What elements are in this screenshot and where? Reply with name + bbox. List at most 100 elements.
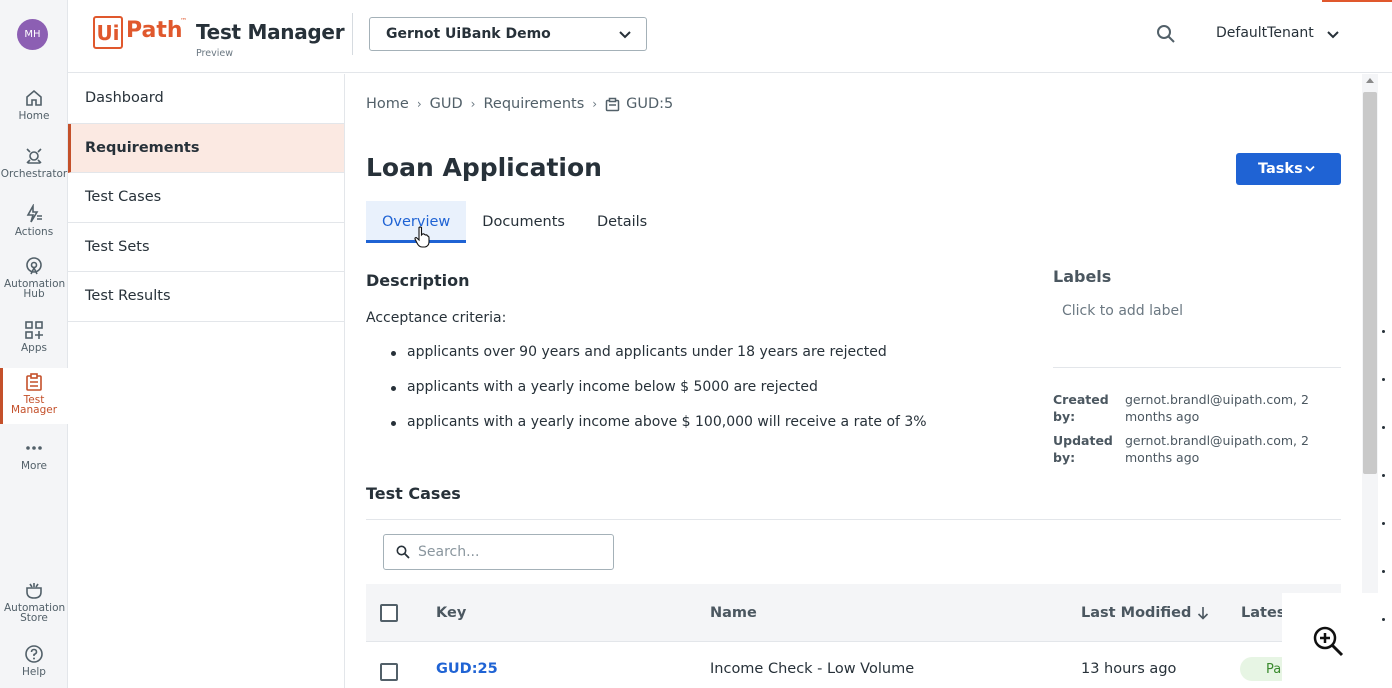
search-icon xyxy=(396,545,410,559)
rail-item-automation-store[interactable]: Automation Store xyxy=(0,580,68,628)
rail-label: Apps xyxy=(21,342,47,354)
rail-label: Help xyxy=(22,666,46,678)
breadcrumb-home[interactable]: Home xyxy=(366,96,409,112)
test-manager-icon xyxy=(26,373,42,391)
rail-item-help[interactable]: Help xyxy=(0,644,68,684)
created-by-label: Created by: xyxy=(1053,392,1109,424)
scroll-up-arrow-icon[interactable] xyxy=(1366,78,1374,83)
chevron-down-icon xyxy=(619,31,631,39)
test-cases-search[interactable] xyxy=(383,534,614,570)
tenant-selector[interactable]: DefaultTenant xyxy=(1216,25,1314,41)
chevron-right-icon: › xyxy=(470,97,476,111)
column-key[interactable]: Key xyxy=(436,584,466,641)
search-icon[interactable] xyxy=(1156,24,1176,44)
test-manager-app: MH Home Orchestrator Actions Automation … xyxy=(0,0,1392,688)
breadcrumb-current-label: GUD:5 xyxy=(626,96,674,112)
edge-dots xyxy=(1382,330,1386,666)
secondary-nav: Dashboard Requirements Test Cases Test S… xyxy=(68,74,345,688)
list-item: applicants over 90 years and applicants … xyxy=(366,344,927,379)
automation-store-icon xyxy=(26,583,42,599)
app-rail: MH Home Orchestrator Actions Automation … xyxy=(0,0,68,688)
breadcrumb-requirements[interactable]: Requirements xyxy=(483,96,584,112)
user-avatar[interactable]: MH xyxy=(17,19,48,50)
scrollbar-thumb[interactable] xyxy=(1363,92,1377,474)
zoom-in-icon[interactable] xyxy=(1312,625,1344,657)
tab-bar: Overview Documents Details xyxy=(366,201,663,243)
rail-label: Actions xyxy=(14,226,54,238)
row-checkbox[interactable] xyxy=(380,663,398,681)
created-by-value: gernot.brandl@uipath.com, 2 months ago xyxy=(1125,392,1309,424)
project-selector[interactable]: Gernot UiBank Demo xyxy=(369,17,647,51)
description-intro: Acceptance criteria: xyxy=(366,310,507,326)
page-title: Loan Application xyxy=(366,153,602,182)
main-content: Home › GUD › Requirements › GUD:5 Loan A… xyxy=(346,74,1362,688)
rail-label: Automation Hub xyxy=(4,278,66,300)
divider xyxy=(1053,367,1341,368)
tasks-label: Tasks xyxy=(1258,161,1303,177)
rail-label: Automation Store xyxy=(4,602,66,624)
nav-item-dashboard[interactable]: Dashboard xyxy=(68,74,344,124)
rail-label: Test Manager xyxy=(10,394,58,416)
rail-item-orchestrator[interactable]: Orchestrator xyxy=(0,146,68,186)
test-case-key-link[interactable]: GUD:25 xyxy=(436,643,498,688)
column-last-modified-label: Last Modified xyxy=(1081,604,1192,621)
automation-hub-icon xyxy=(26,257,42,275)
created-by-row: Created by: gernot.brandl@uipath.com, 2 … xyxy=(1053,391,1315,425)
rail-item-actions[interactable]: Actions xyxy=(0,204,68,244)
column-name[interactable]: Name xyxy=(710,584,757,641)
logo-path: Path xyxy=(126,18,183,43)
chevron-right-icon: › xyxy=(416,97,422,111)
arrow-down-icon xyxy=(1198,606,1209,620)
home-icon xyxy=(26,89,42,106)
breadcrumb-current: GUD:5 xyxy=(605,96,673,112)
breadcrumb-project[interactable]: GUD xyxy=(430,96,463,112)
updated-by-value: gernot.brandl@uipath.com, 2 months ago xyxy=(1125,433,1309,465)
logo-ui: Ui xyxy=(93,16,123,49)
table-row[interactable]: GUD:25 Income Check - Low Volume 13 hour… xyxy=(366,643,1341,688)
rail-label: Orchestrator xyxy=(0,168,68,180)
nav-item-test-results[interactable]: Test Results xyxy=(68,272,344,322)
list-item: applicants with a yearly income above $ … xyxy=(366,414,927,449)
chevron-down-icon[interactable] xyxy=(1326,28,1340,42)
divider xyxy=(366,519,1341,520)
select-all-checkbox[interactable] xyxy=(380,604,398,622)
table-header: Key Name Last Modified Latest xyxy=(366,584,1341,642)
updated-by-label: Updated by: xyxy=(1053,433,1113,465)
product-name: Test Manager xyxy=(196,20,345,44)
rail-item-test-manager[interactable]: Test Manager xyxy=(0,368,68,424)
apps-icon xyxy=(25,321,43,339)
add-label-field[interactable]: Click to add label xyxy=(1062,303,1183,319)
tab-documents[interactable]: Documents xyxy=(466,201,581,243)
chevron-down-icon xyxy=(1305,165,1315,172)
chevron-right-icon: › xyxy=(592,97,598,111)
breadcrumb: Home › GUD › Requirements › GUD:5 xyxy=(366,96,673,112)
list-item: applicants with a yearly income below $ … xyxy=(366,379,927,414)
top-bar: Ui Path ™ Test Manager Preview Gernot Ui… xyxy=(68,0,1392,73)
lightning-icon xyxy=(26,204,42,223)
tab-details[interactable]: Details xyxy=(581,201,663,243)
test-case-name: Income Check - Low Volume xyxy=(710,661,915,677)
more-dots-icon xyxy=(26,446,42,450)
header-divider xyxy=(352,13,353,55)
rail-label: More xyxy=(20,460,48,472)
test-cases-heading: Test Cases xyxy=(366,484,461,503)
nav-item-requirements[interactable]: Requirements xyxy=(68,123,344,173)
rail-item-more[interactable]: More xyxy=(0,438,68,478)
accent-line xyxy=(1322,0,1392,2)
column-last-modified[interactable]: Last Modified xyxy=(1081,584,1209,641)
tasks-button[interactable]: Tasks xyxy=(1236,153,1341,185)
criteria-list: applicants over 90 years and applicants … xyxy=(366,344,927,449)
rail-item-home[interactable]: Home xyxy=(0,88,68,128)
description-heading: Description xyxy=(366,271,470,290)
logo-trademark: ™ xyxy=(180,17,187,25)
rail-item-automation-hub[interactable]: Automation Hub xyxy=(0,256,68,304)
rail-item-apps[interactable]: Apps xyxy=(0,320,68,360)
updated-by-row: Updated by: gernot.brandl@uipath.com, 2 … xyxy=(1053,432,1315,466)
nav-item-test-sets[interactable]: Test Sets xyxy=(68,223,344,272)
project-name: Gernot UiBank Demo xyxy=(386,26,551,42)
rail-label: Home xyxy=(18,110,50,122)
nav-item-test-cases[interactable]: Test Cases xyxy=(68,173,344,223)
requirement-icon xyxy=(605,97,620,111)
product-subtitle: Preview xyxy=(196,48,233,59)
search-input[interactable] xyxy=(418,544,598,560)
